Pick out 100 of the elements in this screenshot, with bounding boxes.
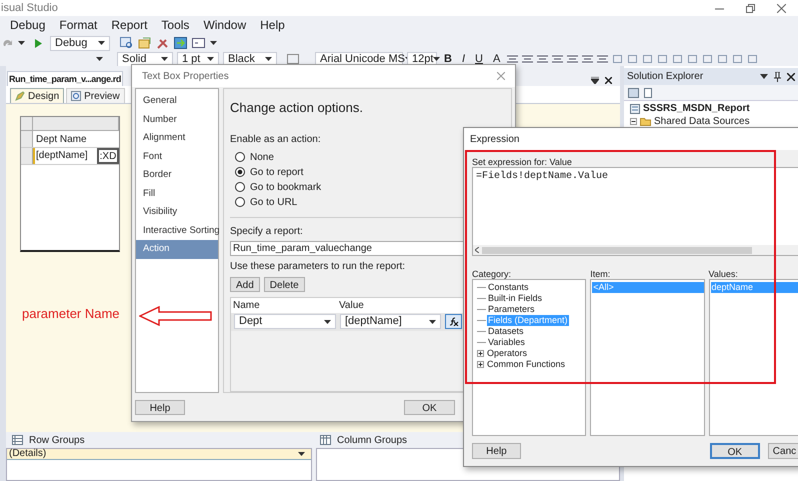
expand-icon[interactable] [477, 361, 484, 368]
list-item[interactable]: Variables [487, 337, 526, 348]
table-cell: [deptName] [33, 148, 97, 164]
list-item[interactable]: Operators [486, 348, 528, 359]
align-icon[interactable] [522, 54, 534, 64]
radio-button[interactable] [235, 152, 245, 162]
function-icon[interactable] [448, 317, 458, 326]
restore-icon[interactable] [746, 4, 755, 12]
cancel-button[interactable]: Canc [768, 443, 798, 459]
align-icon[interactable] [537, 54, 548, 64]
caret-icon[interactable] [265, 57, 272, 61]
expression-field[interactable]: =Fields!deptName.Value [472, 167, 798, 256]
menu-item[interactable]: Format [59, 16, 98, 34]
list-item[interactable]: Parameters [487, 304, 536, 315]
caret-icon[interactable] [433, 57, 440, 61]
window-title: isual Studio [0, 0, 58, 16]
document-tab[interactable]: Run_time_param_v...ange.rd [7, 71, 123, 86]
dropdown-icon[interactable] [760, 74, 768, 79]
format-button[interactable]: I [458, 52, 468, 66]
view-tab[interactable]: Design [10, 88, 64, 103]
caret-icon[interactable] [207, 57, 214, 61]
radio-button[interactable] [235, 197, 245, 207]
field-label: Specify a report: [230, 224, 303, 238]
menu-item[interactable]: Debug [10, 16, 46, 34]
panel-title: Column Groups [337, 434, 408, 448]
nav-item[interactable]: Number [136, 110, 218, 129]
action-button[interactable]: Add [230, 276, 260, 292]
menu-item[interactable]: Window [203, 16, 246, 34]
list-item[interactable]: Constants [487, 282, 530, 293]
radio-button[interactable] [235, 182, 245, 192]
dropdown-icon[interactable] [591, 77, 599, 84]
table-cell: :XD [97, 148, 119, 164]
align-icon[interactable] [567, 54, 578, 64]
radio-button[interactable] [235, 167, 245, 177]
row-handle[interactable] [21, 131, 33, 147]
magnifier-icon[interactable] [71, 91, 82, 101]
menu-item[interactable]: Help [260, 16, 285, 34]
properties-icon[interactable] [628, 88, 639, 98]
column-groups-icon[interactable] [320, 435, 331, 445]
caret-icon[interactable] [98, 41, 105, 45]
nav-item[interactable]: General [136, 92, 218, 110]
document-icon[interactable] [642, 88, 653, 98]
ok-button[interactable]: OK [710, 443, 760, 459]
align-icon[interactable] [507, 54, 518, 64]
nav-item[interactable]: Interactive Sorting [136, 222, 218, 240]
ok-button[interactable]: OK [404, 400, 455, 414]
align-icon[interactable] [552, 54, 564, 64]
document-icon[interactable] [138, 37, 152, 49]
row-handle[interactable] [21, 148, 33, 164]
field-label: Item: [590, 268, 612, 279]
parameter-value-dropdown[interactable]: [deptName] [340, 314, 441, 329]
play-icon[interactable] [35, 38, 42, 48]
menu-item[interactable]: Tools [161, 16, 190, 34]
window-icon[interactable] [192, 37, 206, 49]
align-icon[interactable] [597, 54, 608, 64]
annotation-text: parameter Name [22, 305, 120, 323]
project-icon[interactable] [630, 104, 640, 114]
close-icon[interactable] [605, 77, 612, 84]
format-button[interactable]: A [490, 52, 504, 66]
caret-icon[interactable] [161, 57, 168, 61]
expression-button[interactable] [445, 314, 462, 329]
format-button[interactable]: U [472, 52, 486, 66]
scrollbar[interactable] [473, 245, 798, 255]
caret-icon[interactable] [210, 41, 217, 45]
caret-icon[interactable] [324, 320, 331, 324]
configuration-dropdown[interactable]: Debug [50, 36, 110, 50]
row-groups-icon[interactable] [12, 435, 23, 445]
help-button[interactable]: Help [135, 400, 185, 414]
import-icon[interactable] [174, 37, 188, 49]
section-heading: Change action options. [230, 99, 364, 117]
nav-item[interactable]: Font [136, 148, 218, 166]
list-item[interactable]: Built-in Fields [487, 293, 544, 304]
caret-icon[interactable] [429, 320, 436, 324]
format-button[interactable]: B [441, 52, 455, 66]
list-item[interactable]: Datasets [487, 326, 525, 337]
list-item[interactable]: Common Functions [486, 359, 566, 370]
tree-item[interactable]: Shared Data Sources [654, 114, 750, 128]
caret-icon[interactable] [298, 452, 305, 456]
caret-icon[interactable] [18, 41, 25, 45]
help-button[interactable]: Help [472, 443, 521, 459]
group-row[interactable]: (Details) [7, 449, 311, 460]
menu-item[interactable]: Report [111, 16, 148, 34]
action-button[interactable]: Delete [264, 276, 305, 292]
view-tab[interactable]: Preview [66, 88, 125, 103]
nav-item[interactable]: Border [136, 166, 218, 184]
nav-item[interactable]: Visibility [136, 203, 218, 222]
tree-item[interactable]: SSSRS_MSDN_Report [643, 101, 750, 116]
collapse-icon[interactable] [630, 118, 637, 124]
field-label: Set expression for: Value [472, 156, 573, 167]
nav-item[interactable]: Alignment [136, 129, 218, 148]
parameter-name-dropdown[interactable]: Dept [234, 314, 336, 329]
scroll-left-icon[interactable] [475, 247, 479, 253]
nav-item[interactable]: Fill [136, 184, 218, 203]
align-icon[interactable] [582, 54, 594, 64]
pin-icon[interactable] [774, 72, 781, 82]
border-icon[interactable] [287, 54, 299, 64]
close-icon[interactable] [787, 72, 795, 80]
caret-icon[interactable] [96, 57, 103, 61]
expand-icon[interactable] [477, 350, 484, 357]
search-icon[interactable] [120, 37, 134, 49]
